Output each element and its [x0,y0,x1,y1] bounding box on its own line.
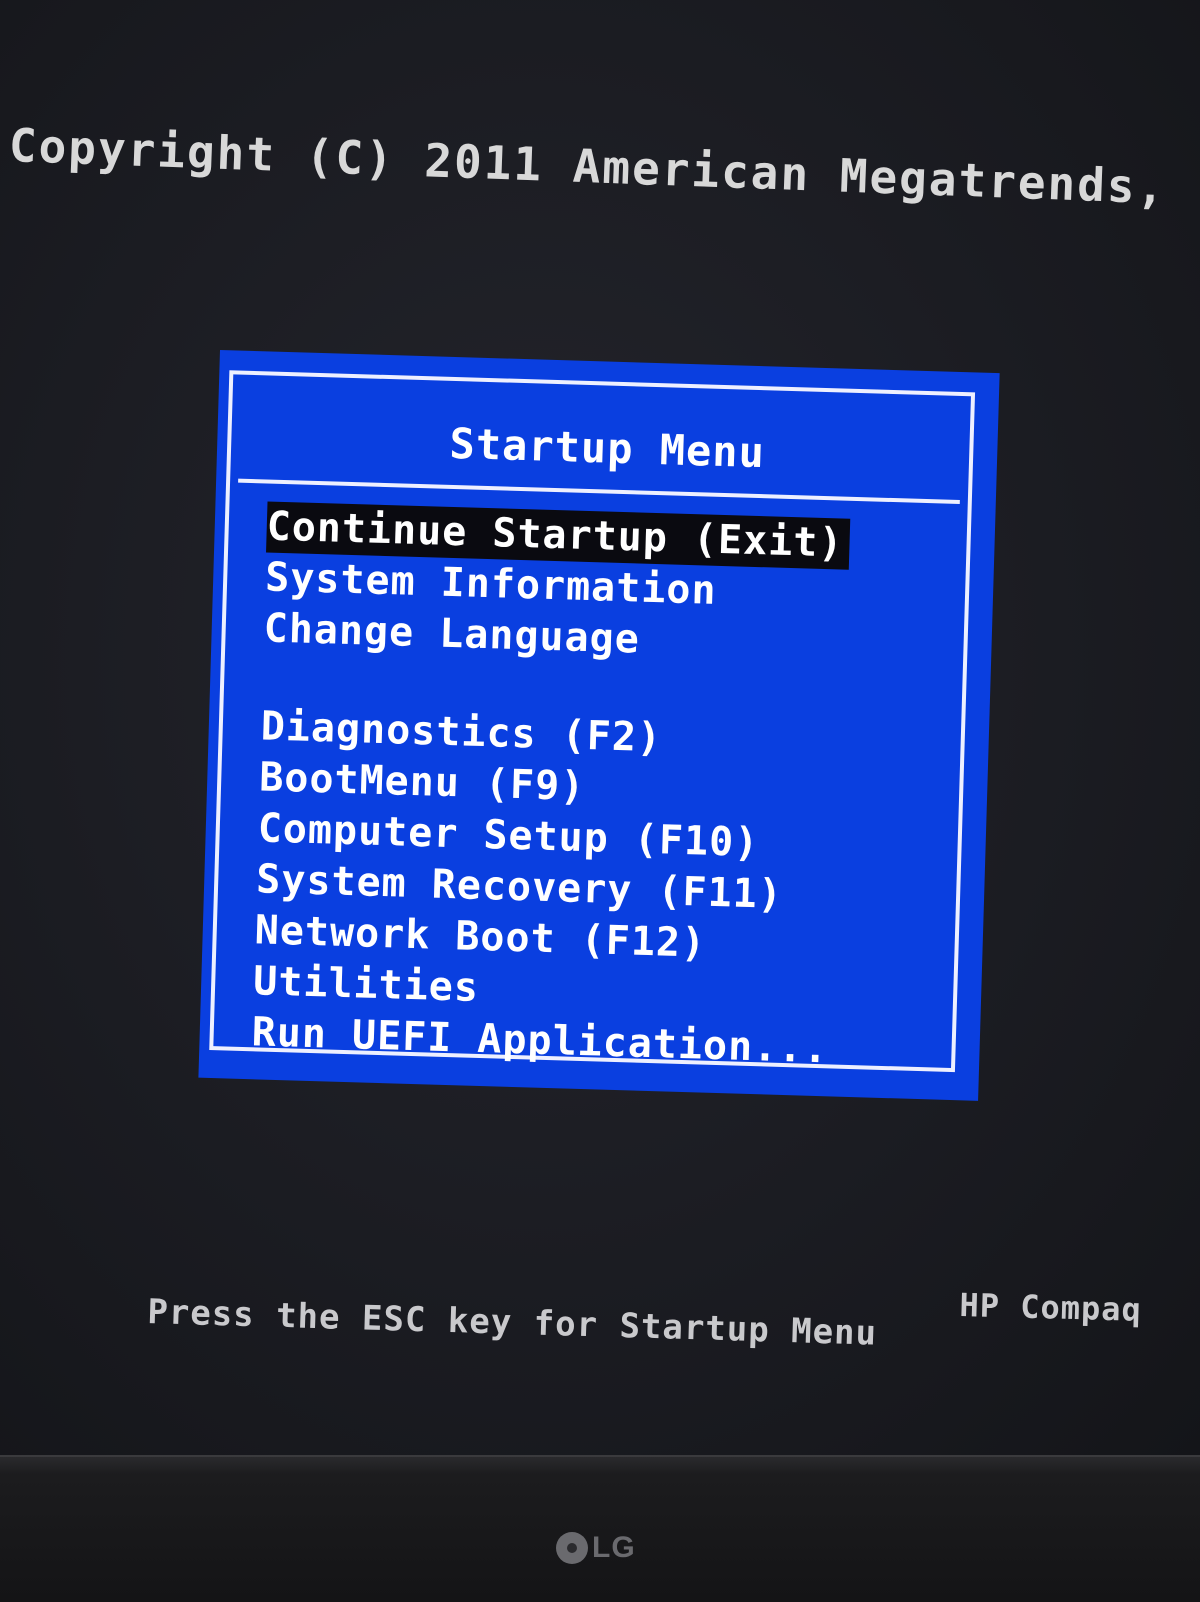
lg-logo-icon [556,1532,588,1564]
monitor-logo: LG [556,1528,636,1568]
esc-key-hint: Press the ESC key for Startup Menu [146,1292,878,1354]
bios-screen: Copyright (C) 2011 American Megatrends, … [0,0,1200,1455]
copyright-notice: Copyright (C) 2011 American Megatrends, [8,118,1168,215]
brand-label: HP Compaq [959,1286,1143,1329]
startup-menu-list: Continue Startup (Exit) System Informati… [251,501,851,1075]
startup-menu: Startup Menu Continue Startup (Exit) Sys… [198,350,1000,1101]
monitor-logo-text: LG [592,1531,636,1564]
